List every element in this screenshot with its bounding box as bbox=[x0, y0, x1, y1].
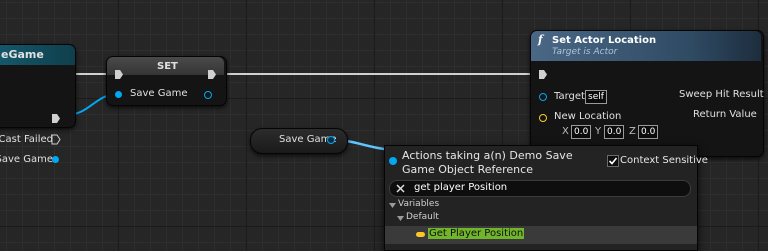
return-value-label: Return Value bbox=[693, 109, 757, 120]
as-save-game-label: mo Save Game bbox=[0, 154, 53, 165]
checkmark-icon bbox=[608, 157, 618, 165]
expand-arrow-icon bbox=[397, 216, 404, 221]
vector-variable-icon bbox=[416, 232, 425, 237]
function-icon: f bbox=[538, 33, 543, 46]
search-input[interactable]: get player Position bbox=[389, 180, 691, 197]
set-actor-location-title: Set Actor Location bbox=[552, 35, 657, 46]
cast-failed-label: Cast Failed bbox=[0, 134, 53, 145]
target-pin[interactable] bbox=[539, 93, 547, 101]
set-save-game-label: Save Game bbox=[130, 88, 188, 99]
set-actor-location-subtitle: Target is Actor bbox=[552, 47, 618, 57]
cast-failed-pin[interactable] bbox=[51, 134, 61, 145]
object-type-icon bbox=[389, 157, 397, 165]
set-exec-in-pin[interactable] bbox=[114, 69, 124, 80]
y-label: Y bbox=[595, 126, 602, 137]
set-save-game-in-pin[interactable] bbox=[115, 91, 122, 98]
expand-arrow-icon bbox=[389, 203, 396, 208]
category-default-label: Default bbox=[406, 212, 439, 222]
context-sensitive-label: Context Sensitive bbox=[620, 155, 708, 166]
set-save-game-out-pin[interactable] bbox=[204, 91, 212, 99]
z-value-box[interactable]: 0.0 bbox=[638, 125, 659, 139]
new-location-pin[interactable] bbox=[539, 114, 547, 122]
action-item-label: Get Player Position bbox=[428, 228, 525, 239]
exec-out-pin[interactable] bbox=[51, 113, 61, 124]
save-game-getter-pin[interactable] bbox=[327, 136, 335, 144]
target-label: Target bbox=[554, 91, 585, 102]
z-label: Z bbox=[629, 126, 636, 137]
context-sensitive-checkbox[interactable] bbox=[607, 155, 619, 167]
search-text: get player Position bbox=[414, 182, 508, 193]
cast-node[interactable]: eGame Cast Failed mo Save Game bbox=[0, 44, 76, 165]
new-location-label: New Location bbox=[554, 111, 622, 122]
x-label: X bbox=[562, 126, 569, 137]
action-item-get-player-position[interactable]: Get Player Position bbox=[385, 226, 697, 244]
set-node-title: SET bbox=[157, 61, 178, 72]
category-variables-label: Variables bbox=[398, 199, 440, 209]
clear-search-icon[interactable] bbox=[396, 184, 405, 193]
x-value-box[interactable]: 0.0 bbox=[571, 125, 592, 139]
menu-title: Actions taking a(n) Demo Save Game Objec… bbox=[402, 149, 573, 176]
target-self-box[interactable]: self bbox=[585, 90, 607, 104]
cast-node-title: eGame bbox=[1, 48, 44, 61]
sal-exec-in-pin[interactable] bbox=[538, 69, 548, 80]
y-value-box[interactable]: 0.0 bbox=[604, 125, 625, 139]
as-save-game-pin[interactable] bbox=[52, 156, 59, 163]
action-context-menu[interactable]: Actions taking a(n) Demo Save Game Objec… bbox=[384, 145, 708, 251]
set-exec-out-pin[interactable] bbox=[207, 69, 217, 80]
sweep-hit-result-label: Sweep Hit Result bbox=[679, 89, 764, 100]
